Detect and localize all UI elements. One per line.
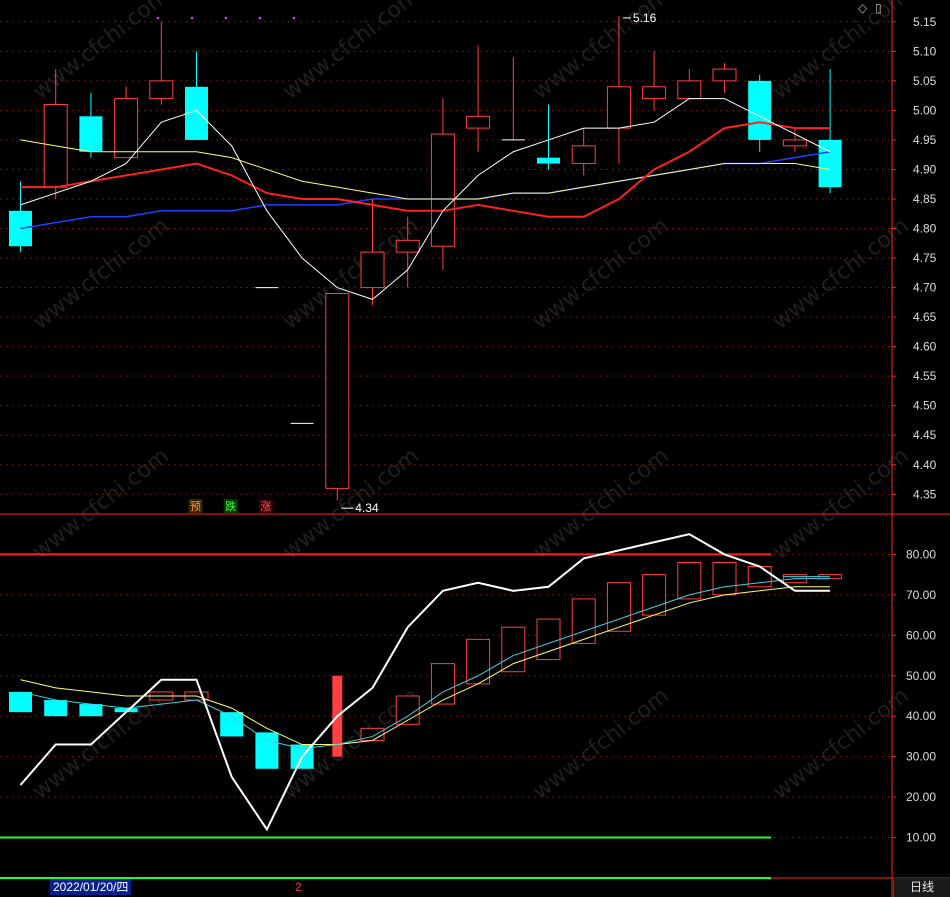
watermark: www.cfchi.com: [528, 443, 673, 564]
candle-body-up: [430, 133, 455, 247]
price-tick-label: 4.90: [913, 162, 937, 176]
period-tab-daily[interactable]: 日线: [893, 878, 950, 897]
candle-body-up: [782, 139, 807, 147]
candle-body-down: [748, 80, 772, 140]
candle-body-up: [466, 115, 491, 129]
candle-body-up: [712, 68, 737, 82]
oscillator-tick-label: 40.00: [906, 709, 936, 723]
oscillator-bar-down: [44, 700, 68, 717]
low-annotation: 4.34: [355, 501, 379, 515]
candle-body-down: [818, 139, 842, 188]
price-tick-label: 4.95: [913, 133, 937, 147]
oscillator-bar-up: [712, 561, 737, 596]
candle-body-up: [677, 80, 702, 100]
price-tick-label: 4.35: [913, 487, 937, 501]
marker-dot: [190, 16, 194, 20]
marker-dot: [258, 16, 262, 20]
price-tick-label: 4.75: [913, 251, 937, 265]
oscillator-tick-label: 20.00: [906, 790, 936, 804]
oscillator-tick-label: 50.00: [906, 669, 936, 683]
price-tick-label: 4.55: [913, 369, 937, 383]
oscillator-bar-down: [79, 704, 103, 717]
oscillator-bar-down: [9, 691, 32, 713]
stock-chart[interactable]: www.cfchi.com www.cfchi.com www.cfchi.com w…: [0, 0, 950, 897]
signal-tag: 预: [190, 500, 201, 513]
price-tick-label: 4.70: [913, 281, 937, 295]
candle-body-up: [642, 86, 667, 100]
diamond-icon[interactable]: ◇: [858, 1, 867, 15]
candle-body-up: [114, 98, 139, 159]
oscillator-bar-up: [466, 638, 491, 685]
marker-dot: [156, 16, 160, 20]
oscillator-bar-up: [642, 574, 667, 616]
price-tick-label: 4.40: [913, 458, 937, 472]
marker-dot: [292, 16, 296, 20]
oscillator-bar-down: [255, 732, 279, 769]
price-tick-label: 4.60: [913, 340, 937, 354]
oscillator-bar-up: [536, 618, 561, 661]
watermark: www.cfchi.com: [528, 213, 673, 334]
candle-body-down: [79, 116, 103, 152]
price-tick-label: 5.00: [913, 103, 937, 117]
chart-toolbar-icons[interactable]: ◇ ▯: [858, 1, 886, 15]
oscillator-tick-label: 70.00: [906, 588, 936, 602]
price-tick-label: 5.10: [913, 44, 937, 58]
candle-body-up: [606, 86, 631, 129]
oscillator-tick-label: 60.00: [906, 628, 936, 642]
oscillator-tick-label: 30.00: [906, 750, 936, 764]
oscillator-main-line: [19, 533, 831, 832]
signal-tag: 涨: [260, 500, 271, 513]
candle-body-up: [395, 239, 420, 253]
date-marker: 2: [295, 880, 302, 894]
price-tick-label: 4.85: [913, 192, 937, 206]
watermark: www.cfchi.com: [278, 0, 423, 105]
candle-body-up: [360, 251, 385, 289]
candle-body-down: [537, 157, 560, 164]
price-tick-label: 4.50: [913, 399, 937, 413]
ma60-line: [20, 151, 831, 230]
price-tick-label: 4.45: [913, 428, 937, 442]
cursor-date-label: 2022/01/20/四: [50, 879, 132, 895]
oscillator-bar-up: [501, 626, 526, 673]
watermark: www.cfchi.com: [278, 443, 423, 564]
oscillator-tick-label: 10.00: [906, 831, 936, 845]
candle-body-up: [325, 292, 350, 489]
watermark: www.cfchi.com: [28, 213, 173, 334]
price-tick-label: 4.65: [913, 310, 937, 324]
window-icon[interactable]: ▯: [875, 1, 882, 15]
price-tick-label: 4.80: [913, 222, 937, 236]
price-tick-label: 5.15: [913, 15, 937, 29]
marker-dot: [224, 16, 228, 20]
oscillator-tick-label: 80.00: [906, 547, 936, 561]
high-annotation: 5.16: [633, 11, 657, 25]
watermark: www.cfchi.com: [28, 443, 173, 564]
candle-body-up: [571, 145, 596, 165]
price-tick-label: 5.05: [913, 74, 937, 88]
signal-tag: 跌: [225, 499, 236, 513]
candle-body-up: [149, 80, 174, 100]
watermark: www.cfchi.com: [528, 683, 673, 804]
